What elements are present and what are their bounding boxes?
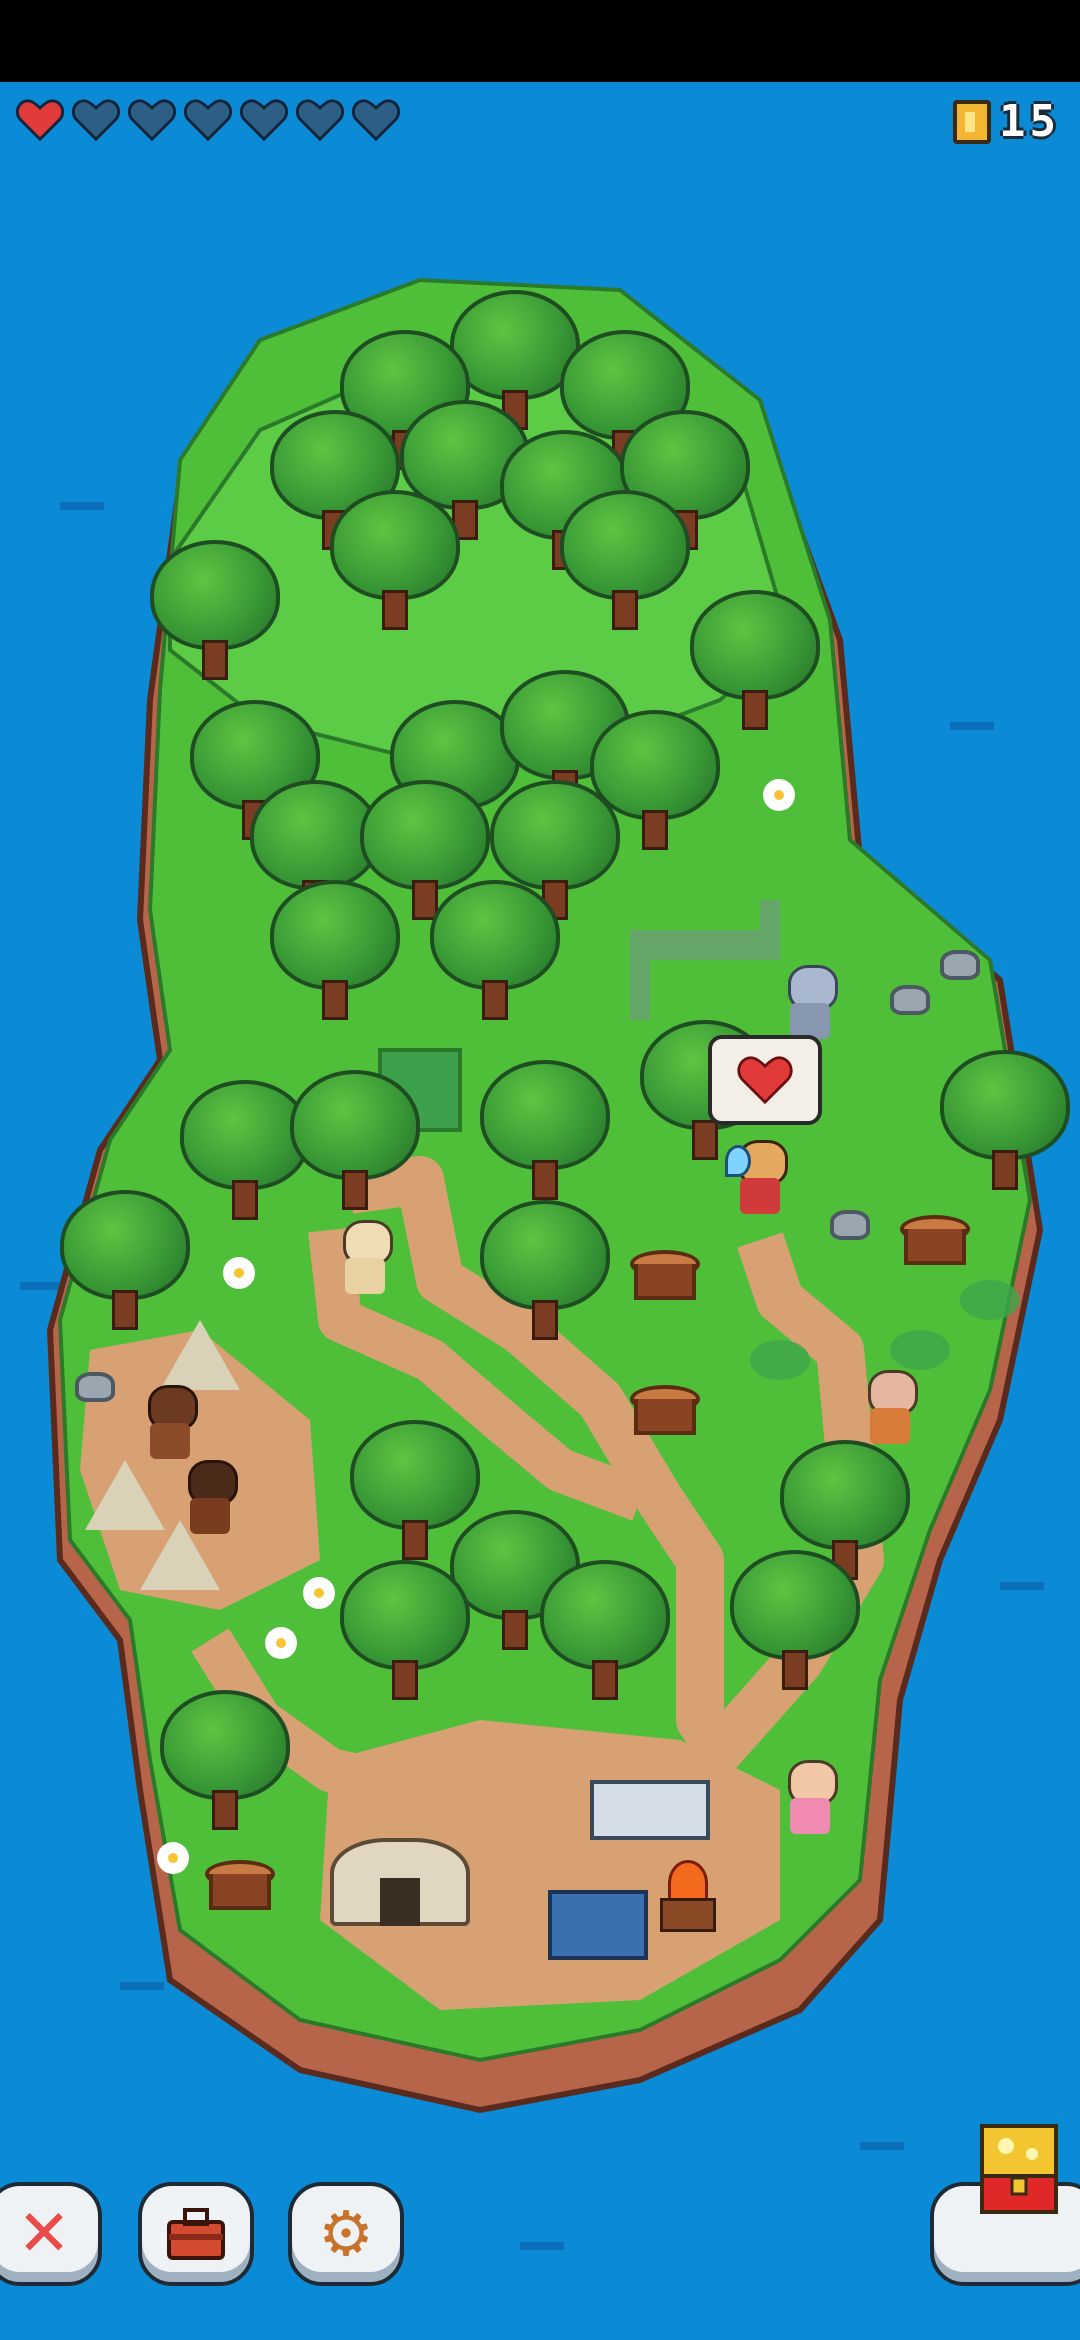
tipi-tent[interactable]	[160, 1320, 240, 1390]
rock[interactable]	[940, 950, 980, 980]
tree	[940, 1050, 1070, 1200]
tree-stump[interactable]	[630, 1250, 700, 1306]
toolbox-icon	[167, 2208, 225, 2260]
flower	[766, 782, 792, 808]
flower	[306, 1580, 332, 1606]
tree	[730, 1550, 860, 1700]
tree	[60, 1190, 190, 1340]
tree	[340, 1560, 470, 1710]
treasure-chest-button[interactable]	[930, 2124, 1080, 2286]
speech-bubble[interactable]	[708, 1035, 822, 1125]
close-x-icon: ✕	[17, 2197, 71, 2271]
tribesperson-npc[interactable]	[180, 1460, 240, 1540]
anvil[interactable]	[590, 1780, 710, 1840]
tree	[270, 880, 400, 1030]
bush	[960, 1280, 1020, 1320]
workbench[interactable]	[548, 1890, 648, 1960]
flower	[226, 1260, 252, 1286]
cave-house[interactable]	[330, 1818, 470, 1926]
rock[interactable]	[75, 1372, 115, 1402]
flower	[160, 1845, 186, 1871]
tree-stump[interactable]	[205, 1860, 275, 1916]
heart-icon	[737, 1056, 793, 1105]
tree-stump[interactable]	[900, 1215, 970, 1271]
tree	[160, 1690, 290, 1840]
campfire[interactable]	[660, 1860, 716, 1932]
tree	[560, 490, 690, 640]
rock[interactable]	[890, 985, 930, 1015]
tree-stump[interactable]	[630, 1385, 700, 1441]
skeleton-enemy[interactable]	[780, 965, 840, 1045]
tree	[430, 880, 560, 1030]
tree	[480, 1060, 610, 1210]
tree	[480, 1200, 610, 1350]
skull-creature[interactable]	[335, 1220, 395, 1300]
highlighted-rock[interactable]	[830, 1210, 870, 1240]
inventory-button[interactable]	[138, 2182, 254, 2286]
tree	[150, 540, 280, 690]
old-man-npc[interactable]	[860, 1370, 920, 1450]
bush	[890, 1330, 950, 1370]
tribesperson-npc[interactable]	[140, 1385, 200, 1465]
tree	[290, 1070, 420, 1220]
close-button[interactable]: ✕	[0, 2182, 102, 2286]
settings-button[interactable]: ⚙	[288, 2182, 404, 2286]
flower	[268, 1630, 294, 1656]
water-drop-icon	[725, 1145, 751, 1177]
gear-icon: ⚙	[318, 2197, 374, 2270]
tree	[540, 1560, 670, 1710]
bush	[750, 1340, 810, 1380]
tree	[330, 490, 460, 640]
small-creatures-npc[interactable]	[780, 1760, 840, 1840]
treasure-chest-icon	[980, 2124, 1058, 2214]
